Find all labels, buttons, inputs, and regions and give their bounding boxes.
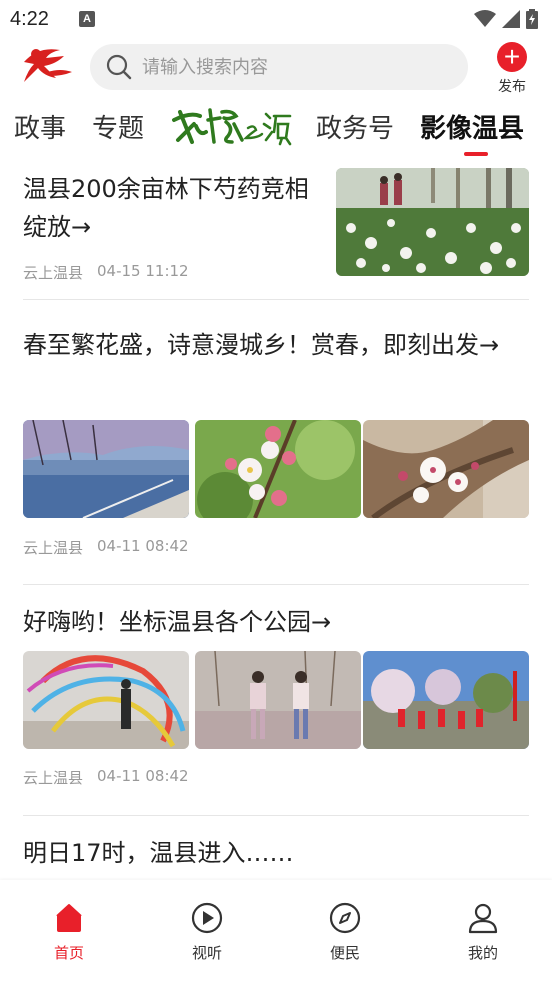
nav-label: 首页: [53, 944, 84, 962]
nav-label: 便民: [329, 944, 360, 962]
bottom-navigation: 首页 视听 便民 我的: [0, 880, 552, 983]
article-thumbnail[interactable]: [23, 420, 189, 518]
tab-topics[interactable]: 专题: [92, 108, 144, 145]
signal-icon: [502, 10, 520, 28]
nav-label: 视听: [191, 944, 222, 962]
plus-icon: +: [497, 42, 527, 72]
divider: [23, 299, 529, 300]
home-icon: [56, 904, 82, 932]
article-time: 04-11 08:42: [97, 537, 189, 555]
article-thumbnail[interactable]: [363, 420, 529, 518]
article-thumbnail[interactable]: [363, 651, 529, 749]
category-tabs: 政事 专题 政务号 影像温县: [0, 98, 552, 160]
news-feed[interactable]: 温县200余亩林下芍药竞相绽放→ 云上温县 04-15 11:12 春至繁花盛，…: [0, 160, 552, 880]
article-source: 云上温县: [23, 539, 84, 557]
wifi-icon: [474, 10, 496, 27]
article-source: 云上温县: [23, 264, 84, 282]
status-time: 4:22: [10, 7, 49, 30]
tab-taiji-brand-logo[interactable]: [170, 102, 294, 150]
tab-government-accounts[interactable]: 政务号: [316, 108, 394, 145]
article-thumbnail[interactable]: [195, 420, 361, 518]
search-icon: [106, 54, 132, 80]
status-bar: 4:22 A: [0, 0, 552, 38]
tab-image-wenxian[interactable]: 影像温县: [420, 108, 524, 145]
article-thumbnail[interactable]: [195, 651, 361, 749]
article-title: 好嗨哟！坐标温县各个公园→: [23, 608, 332, 636]
article-source: 云上温县: [23, 769, 84, 787]
article-meta: 云上温县 04-15 11:12: [23, 262, 323, 283]
nav-profile[interactable]: 我的: [443, 902, 523, 963]
user-icon: [468, 903, 498, 934]
search-input[interactable]: [142, 56, 442, 78]
article-meta: 云上温县 04-11 08:42: [23, 767, 189, 788]
article-card[interactable]: 好嗨哟！坐标温县各个公园→: [23, 603, 529, 641]
article-time: 04-11 08:42: [97, 767, 189, 785]
active-tab-indicator: [464, 152, 488, 156]
divider: [23, 815, 529, 816]
article-thumbnail[interactable]: [23, 651, 189, 749]
article-card[interactable]: 明日17时，温县进入……: [23, 834, 529, 872]
tab-politics[interactable]: 政事: [14, 108, 66, 145]
app-logo[interactable]: [20, 42, 76, 90]
article-card[interactable]: 春至繁花盛，诗意漫城乡！赏春，即刻出发→: [23, 324, 529, 366]
publish-button[interactable]: + 发布: [492, 42, 532, 96]
nav-home[interactable]: 首页: [29, 902, 109, 963]
nav-video[interactable]: 视听: [167, 902, 247, 963]
nav-label: 我的: [467, 944, 498, 962]
header: + 发布: [0, 40, 552, 96]
status-icons: [474, 9, 538, 29]
article-card[interactable]: 温县200余亩林下芍药竞相绽放→ 云上温县 04-15 11:12: [23, 170, 323, 283]
nav-services[interactable]: 便民: [305, 902, 385, 963]
battery-icon: [526, 9, 538, 29]
article-time: 04-15 11:12: [97, 262, 189, 280]
article-thumbnail[interactable]: [336, 168, 529, 276]
play-icon: [191, 902, 223, 934]
article-title: 温县200余亩林下芍药竞相绽放→: [23, 175, 309, 241]
article-title: 春至繁花盛，诗意漫城乡！赏春，即刻出发→: [23, 331, 500, 359]
article-meta: 云上温县 04-11 08:42: [23, 537, 189, 558]
notification-a-icon: A: [78, 11, 95, 27]
divider: [23, 584, 529, 585]
article-title: 明日17时，温县进入……: [23, 839, 294, 867]
search-bar[interactable]: [90, 44, 468, 90]
compass-icon: [329, 902, 361, 934]
publish-label: 发布: [498, 79, 526, 95]
